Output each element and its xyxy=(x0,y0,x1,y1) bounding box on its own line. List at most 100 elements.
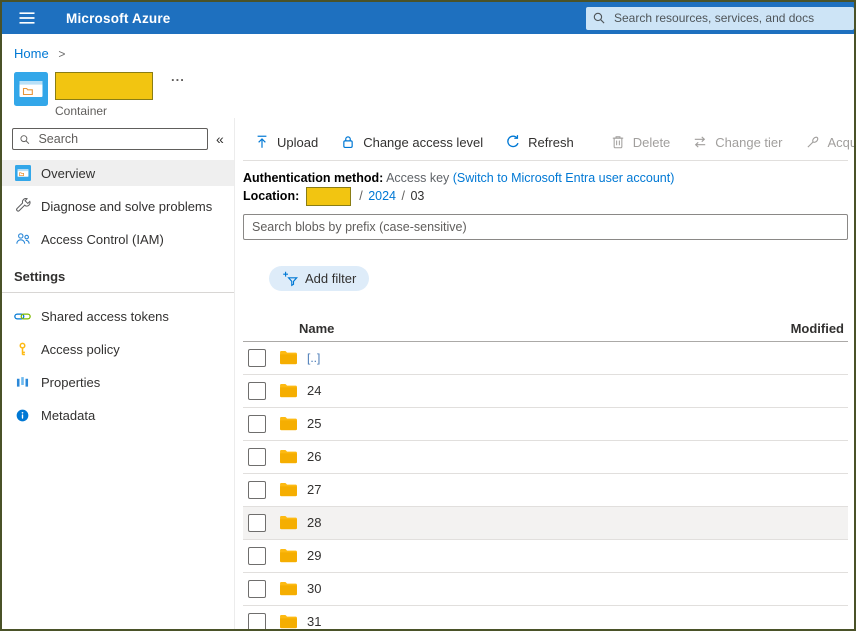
more-menu[interactable]: ... xyxy=(171,70,185,83)
delete-button[interactable]: Delete xyxy=(599,129,682,155)
change-access-level-button[interactable]: Change access level xyxy=(329,129,494,155)
folder-icon xyxy=(279,515,298,530)
page-type-label: Container xyxy=(55,104,108,118)
row-checkbox[interactable] xyxy=(248,612,266,629)
add-filter-button[interactable]: Add filter xyxy=(269,266,370,291)
table-row[interactable]: 26 xyxy=(243,441,848,474)
sidebar-item-metadata[interactable]: Metadata xyxy=(2,402,234,428)
folder-icon xyxy=(279,614,298,629)
table-row[interactable]: 27 xyxy=(243,474,848,507)
context-info: Authentication method: Access key (Switc… xyxy=(243,170,848,206)
sidebar-item-label: Properties xyxy=(41,374,101,390)
row-checkbox[interactable] xyxy=(248,513,266,532)
blob-list-header: Name Modified xyxy=(243,316,848,342)
global-search xyxy=(586,6,854,30)
table-row[interactable]: 24 xyxy=(243,375,848,408)
authentication-method-line: Authentication method: Access key (Switc… xyxy=(243,171,675,185)
container-icon xyxy=(14,72,48,106)
menu-search-input[interactable] xyxy=(36,131,201,147)
blob-folder-link[interactable]: 29 xyxy=(307,548,321,563)
portal-title[interactable]: Microsoft Azure xyxy=(66,11,171,26)
portal-topbar: Microsoft Azure xyxy=(2,2,854,34)
location-line: Location: / 2024 / 03 xyxy=(243,187,848,206)
folder-icon xyxy=(279,383,298,398)
location-year-link[interactable]: 2024 xyxy=(368,189,396,203)
page-header: ... Container xyxy=(2,61,854,118)
sidebar-item-diagnose[interactable]: Diagnose and solve problems xyxy=(2,193,234,219)
row-checkbox[interactable] xyxy=(248,546,266,565)
container-icon xyxy=(14,165,31,182)
key-icon xyxy=(14,341,31,358)
sidebar-item-label: Diagnose and solve problems xyxy=(41,198,213,214)
blob-folder-link[interactable]: 30 xyxy=(307,581,321,596)
command-bar: Upload Change access level Refresh Delet… xyxy=(243,128,854,161)
row-checkbox[interactable] xyxy=(248,381,266,400)
collapse-menu-icon[interactable]: « xyxy=(216,131,224,147)
table-row[interactable]: 25 xyxy=(243,408,848,441)
info-icon xyxy=(14,407,31,424)
row-checkbox[interactable] xyxy=(248,348,266,367)
blob-folder-link[interactable]: 25 xyxy=(307,416,321,431)
table-row[interactable]: 28 xyxy=(243,506,848,540)
table-row[interactable]: [..] xyxy=(243,342,848,375)
azure-portal-window: Microsoft Azure Home > ... Container xyxy=(0,0,856,631)
location-path-redacted xyxy=(305,187,351,206)
sidebar-item-properties[interactable]: Properties xyxy=(2,369,234,395)
blob-folder-link[interactable]: 26 xyxy=(307,449,321,464)
table-row[interactable]: 31 xyxy=(243,606,848,629)
menu-search xyxy=(12,128,208,150)
row-checkbox[interactable] xyxy=(248,414,266,433)
upload-button[interactable]: Upload xyxy=(243,129,329,155)
acquire-lease-button[interactable]: Acquire lease xyxy=(794,129,854,155)
parent-folder-link[interactable]: [..] xyxy=(307,351,320,365)
column-header-modified: Modified xyxy=(790,320,844,336)
sidebar-item-overview[interactable]: Overview xyxy=(2,160,234,186)
link-icon xyxy=(14,308,31,325)
wrench-icon xyxy=(14,198,31,215)
search-icon xyxy=(593,12,605,24)
resource-menu-sidebar: « Overview Diagnose and solve problems A… xyxy=(2,118,235,629)
row-checkbox[interactable] xyxy=(248,447,266,466)
hamburger-menu-icon[interactable] xyxy=(16,7,38,29)
sidebar-item-label: Access Control (IAM) xyxy=(41,231,164,247)
search-icon xyxy=(20,134,30,144)
sidebar-divider xyxy=(2,292,234,293)
lease-icon xyxy=(806,136,818,148)
sidebar-item-access-policy[interactable]: Access policy xyxy=(2,336,234,362)
folder-icon xyxy=(279,416,298,431)
sidebar-item-shared-access-tokens[interactable]: Shared access tokens xyxy=(2,303,234,329)
location-month: 03 xyxy=(410,188,425,203)
blob-browser-main: Upload Change access level Refresh Delet… xyxy=(235,118,854,629)
folder-icon xyxy=(279,581,298,596)
sidebar-item-access-control[interactable]: Access Control (IAM) xyxy=(2,226,234,252)
change-tier-button[interactable]: Change tier xyxy=(681,129,793,155)
blob-list: Name Modified [..] 24 25 26 27 28 29 30 … xyxy=(243,316,848,629)
people-icon xyxy=(14,231,31,248)
switch-to-entra-link[interactable]: (Switch to Microsoft Entra user account) xyxy=(453,171,675,185)
lock-icon xyxy=(343,136,353,149)
row-checkbox[interactable] xyxy=(248,480,266,499)
refresh-button[interactable]: Refresh xyxy=(494,129,585,155)
folder-icon xyxy=(279,548,298,563)
columns-icon xyxy=(14,374,31,391)
blob-folder-link[interactable]: 24 xyxy=(307,383,321,398)
change-tier-icon xyxy=(695,136,706,148)
breadcrumb-home-link[interactable]: Home xyxy=(14,46,49,61)
column-header-name: Name xyxy=(299,320,335,336)
blob-prefix-search-input[interactable] xyxy=(243,214,848,240)
table-row[interactable]: 30 xyxy=(243,573,848,606)
folder-icon xyxy=(279,482,298,497)
container-name-redacted xyxy=(55,72,153,100)
add-filter-icon xyxy=(283,271,298,286)
blob-folder-link[interactable]: 27 xyxy=(307,482,321,497)
row-checkbox[interactable] xyxy=(248,579,266,598)
blob-folder-link[interactable]: 31 xyxy=(307,614,321,629)
breadcrumb: Home > xyxy=(2,34,854,61)
blob-folder-link[interactable]: 28 xyxy=(307,515,321,530)
sidebar-item-label: Access policy xyxy=(41,341,120,357)
sidebar-item-label: Metadata xyxy=(41,407,96,423)
table-row[interactable]: 29 xyxy=(243,540,848,573)
global-search-input[interactable] xyxy=(612,10,848,26)
sidebar-item-label: Overview xyxy=(41,165,96,181)
trash-icon xyxy=(612,136,623,149)
